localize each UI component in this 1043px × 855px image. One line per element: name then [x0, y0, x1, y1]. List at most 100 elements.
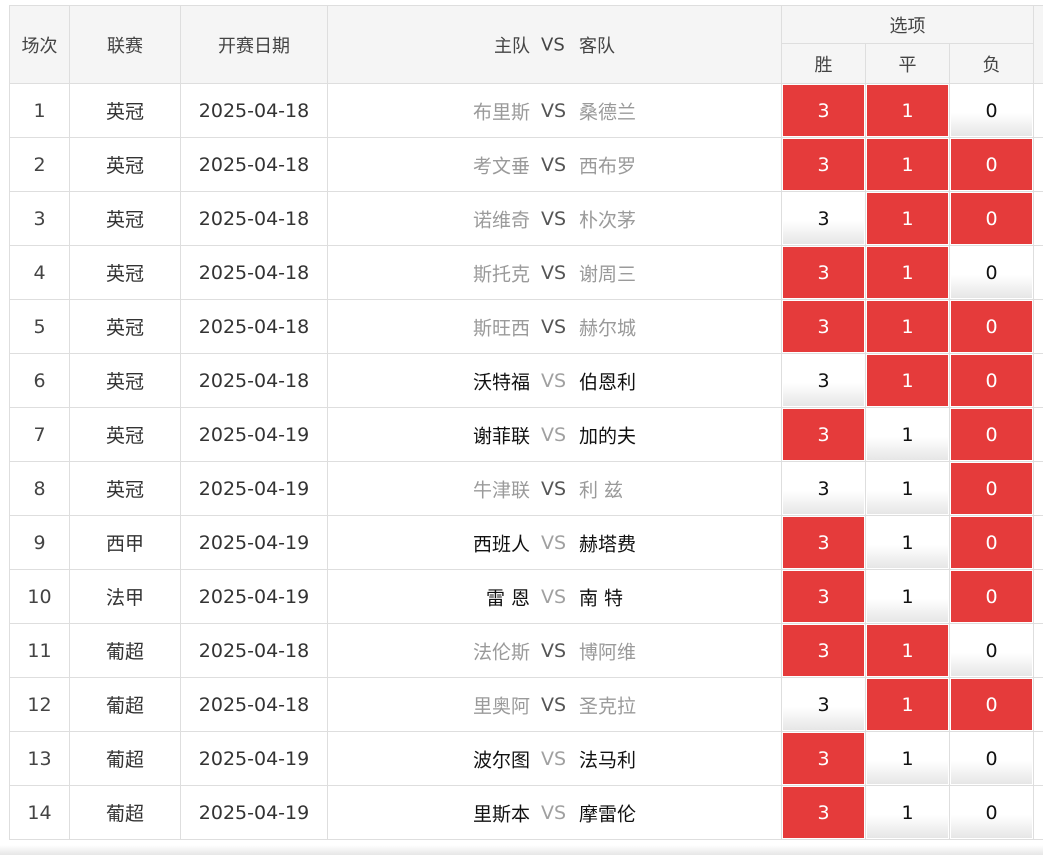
row-extra	[1033, 461, 1043, 516]
row-league: 英冠	[69, 299, 181, 354]
row-index: 5	[9, 299, 70, 354]
option-draw-cell: 1	[865, 245, 950, 300]
row-date: 2025-04-18	[180, 191, 328, 246]
option-draw-button[interactable]: 1	[867, 733, 948, 784]
vs-label: VS	[541, 423, 567, 446]
option-lose-button[interactable]: 0	[951, 355, 1033, 406]
row-extra	[1033, 623, 1043, 678]
row-match: 雷 恩 VS 南 特	[327, 569, 782, 624]
table-row: 7 英冠 2025-04-19 谢菲联 VS 加的夫 3 1 0	[9, 407, 1043, 462]
option-win-button[interactable]: 3	[783, 463, 864, 514]
option-lose-cell: 0	[948, 353, 1035, 408]
row-extra	[1033, 191, 1043, 246]
away-team: 利 兹	[579, 479, 624, 501]
option-win-cell: 3	[781, 731, 866, 786]
row-extra	[1033, 245, 1043, 300]
option-win-button[interactable]: 3	[783, 679, 864, 730]
option-win-button[interactable]: 3	[783, 301, 864, 352]
away-team: 博阿维	[579, 641, 637, 663]
option-draw-button[interactable]: 1	[867, 193, 948, 244]
home-team: 雷 恩	[485, 587, 530, 609]
option-draw-button[interactable]: 1	[867, 517, 948, 568]
match-teams: 牛津联 VS 利 兹	[328, 477, 781, 502]
row-index: 12	[9, 677, 70, 732]
header-lose: 负	[948, 43, 1035, 84]
option-lose-button[interactable]: 0	[951, 787, 1033, 838]
row-league: 葡超	[69, 785, 181, 840]
row-match: 里奥阿 VS 圣克拉	[327, 677, 782, 732]
table-row: 10 法甲 2025-04-19 雷 恩 VS 南 特310	[9, 569, 1043, 624]
table-row: 9 西甲 2025-04-19 西班人 VS 赫塔费 3 1 0	[9, 515, 1043, 570]
away-team: 法马利	[579, 749, 637, 771]
row-index: 4	[9, 245, 70, 300]
option-win-button[interactable]: 3	[783, 787, 864, 838]
match-teams: 斯托克 VS 谢周三	[328, 261, 781, 286]
option-draw-cell: 1	[865, 353, 950, 408]
option-draw-button[interactable]: 1	[867, 571, 948, 622]
option-draw-button[interactable]: 1	[867, 301, 948, 352]
option-lose-button[interactable]: 0	[951, 409, 1033, 460]
home-team: 里奥阿	[472, 695, 530, 717]
away-team: 南 特	[579, 587, 624, 609]
option-lose-cell: 0	[948, 245, 1035, 300]
table-row: 8 英冠 2025-04-19 牛津联 VS 利 兹 310	[9, 461, 1043, 516]
row-date: 2025-04-19	[180, 569, 328, 624]
table-row: 6 英冠 2025-04-18 沃特福 VS 伯恩利 3 1 0	[9, 353, 1043, 408]
row-league: 英冠	[69, 407, 181, 462]
row-date: 2025-04-18	[180, 83, 328, 138]
option-draw-button[interactable]: 1	[867, 247, 948, 298]
option-draw-button[interactable]: 1	[867, 355, 948, 406]
option-lose-button[interactable]: 0	[951, 463, 1033, 514]
vs-label: VS	[541, 477, 567, 500]
option-lose-button[interactable]: 0	[951, 733, 1033, 784]
home-team: 斯托克	[472, 263, 530, 285]
header-vs: VS	[541, 34, 565, 55]
option-win-button[interactable]: 3	[783, 571, 864, 622]
option-win-button[interactable]: 3	[783, 247, 864, 298]
option-win-button[interactable]: 3	[783, 733, 864, 784]
option-draw-cell: 1	[865, 299, 950, 354]
option-win-button[interactable]: 3	[783, 625, 864, 676]
option-draw-button[interactable]: 1	[867, 463, 948, 514]
option-win-cell: 3	[781, 785, 866, 840]
option-win-button[interactable]: 3	[783, 139, 864, 190]
option-lose-button[interactable]: 0	[951, 85, 1033, 136]
table-row: 4 英冠 2025-04-18 斯托克 VS 谢周三 3 1 0	[9, 245, 1043, 300]
option-lose-cell: 0	[948, 407, 1035, 462]
row-league: 葡超	[69, 731, 181, 786]
option-lose-button[interactable]: 0	[951, 517, 1033, 568]
option-draw-button[interactable]: 1	[867, 85, 948, 136]
row-match: 里斯本 VS 摩雷伦	[327, 785, 782, 840]
option-draw-button[interactable]: 1	[867, 679, 948, 730]
option-win-button[interactable]: 3	[783, 409, 864, 460]
option-draw-button[interactable]: 1	[867, 139, 948, 190]
option-win-button[interactable]: 3	[783, 85, 864, 136]
row-match: 斯托克 VS 谢周三	[327, 245, 782, 300]
option-win-cell: 3	[781, 407, 866, 462]
option-draw-cell: 1	[865, 83, 950, 138]
row-match: 沃特福 VS 伯恩利	[327, 353, 782, 408]
option-lose-button[interactable]: 0	[951, 625, 1033, 676]
away-team: 加的夫	[579, 425, 637, 447]
row-date: 2025-04-18	[180, 677, 328, 732]
option-lose-button[interactable]: 0	[951, 247, 1033, 298]
table-row: 2 英冠 2025-04-18 考文垂 VS 西布罗 3 1 0	[9, 137, 1043, 192]
row-extra	[1033, 785, 1043, 840]
match-teams: 法伦斯 VS 博阿维	[328, 639, 781, 664]
table-body: 1 英冠 2025-04-18 布里斯 VS 桑德兰 3 1 0 2 英冠 2025-04-18 考文垂…	[9, 83, 1043, 840]
option-lose-button[interactable]: 0	[951, 139, 1033, 190]
option-lose-button[interactable]: 0	[951, 301, 1033, 352]
away-team: 谢周三	[579, 263, 637, 285]
option-lose-button[interactable]: 0	[951, 571, 1033, 622]
option-win-button[interactable]: 3	[783, 355, 864, 406]
option-draw-button[interactable]: 1	[867, 625, 948, 676]
option-draw-button[interactable]: 1	[867, 409, 948, 460]
option-draw-button[interactable]: 1	[867, 787, 948, 838]
option-win-cell: 3	[781, 677, 866, 732]
option-win-button[interactable]: 3	[783, 517, 864, 568]
row-date: 2025-04-18	[180, 623, 328, 678]
option-lose-button[interactable]: 0	[951, 193, 1033, 244]
header-options: 选项	[780, 4, 1035, 45]
option-win-button[interactable]: 3	[783, 193, 864, 244]
option-lose-button[interactable]: 0	[951, 679, 1033, 730]
